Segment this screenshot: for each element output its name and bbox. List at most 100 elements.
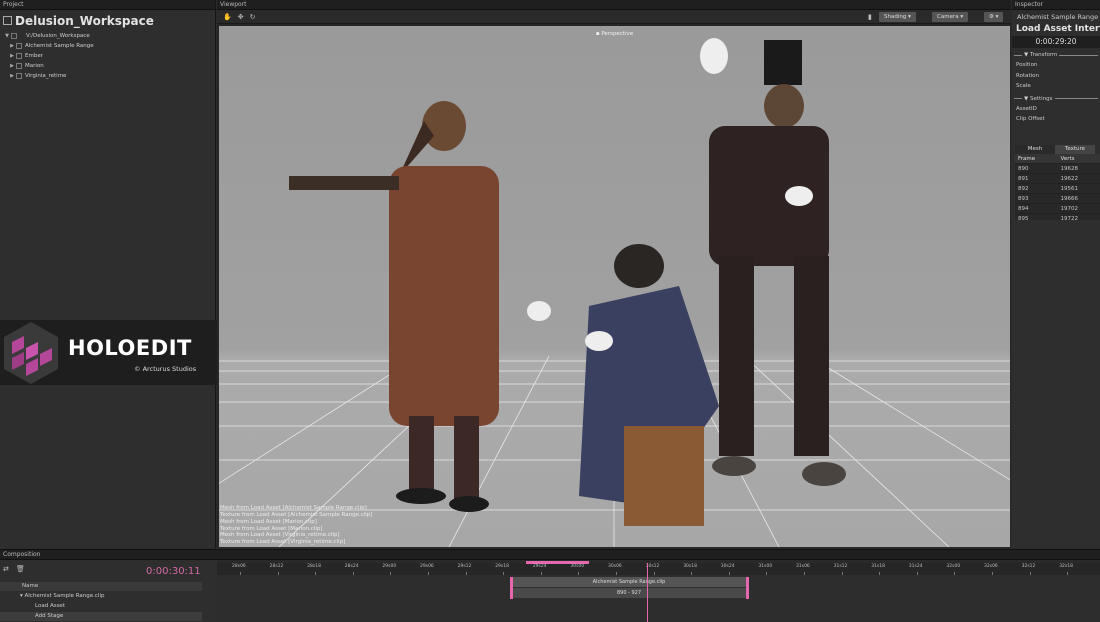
layer-alchemist[interactable]: ▾ Alchemist Sample Range.clip <box>0 592 202 601</box>
viewport-toolbar: ✋ ✥ ↻ ▮ Shading ▾ Camera ▾ ⚙ ▾ <box>217 10 1011 24</box>
rotate-icon[interactable]: ↻ <box>250 13 256 21</box>
log-line: Texture from Load Asset [Virginia_retime… <box>220 539 346 546</box>
checkbox[interactable] <box>16 53 22 59</box>
3d-scene[interactable]: ▪ Perspective Mesh from Load Asset [Alch… <box>219 26 1010 547</box>
project-tree: ▼ V:/Delusion_Workspace ▶ Alchemist Sample… <box>0 31 215 81</box>
tree-item-marion[interactable]: ▶ Marion <box>0 61 215 71</box>
ruler-tick-label: 28s18 <box>307 564 321 569</box>
expand-right-icon[interactable]: ▶ <box>8 61 16 71</box>
project-panel: Project Delusion_Workspace ▼ V:/Delusion_… <box>0 0 216 548</box>
tab-texture[interactable]: Texture <box>1055 144 1095 154</box>
holoedit-logo-icon <box>4 322 58 384</box>
shading-dropdown[interactable]: Shading ▾ <box>879 12 916 22</box>
project-panel-header: Project <box>0 0 215 10</box>
frames-table[interactable]: Frame Verts 890 19628 891 19622 892 19561 89… <box>1015 153 1100 220</box>
transform-section[interactable]: ▼ Transform <box>1012 50 1100 60</box>
workspace-name: Delusion_Workspace <box>15 13 154 28</box>
ruler-tick-label: 30s06 <box>608 564 622 569</box>
table-row: 891 19622 <box>1015 174 1100 184</box>
playhead[interactable] <box>647 563 648 622</box>
log-line: Mesh from Load Asset [Virginia_retime.cl… <box>220 532 340 539</box>
inspector-time[interactable]: 0:00:29:20 <box>1012 36 1100 48</box>
ruler-tick-label: 29s24 <box>532 564 547 569</box>
checkbox[interactable] <box>11 33 17 39</box>
expand-down-icon[interactable]: ▼ <box>3 31 11 41</box>
character-top-hat-man <box>700 38 846 486</box>
load-log: Mesh from Load Asset [Alchemist Sample R… <box>220 505 372 546</box>
move-icon[interactable]: ✥ <box>238 13 244 21</box>
inspector-tabs: Mesh Texture <box>1012 144 1100 154</box>
inspector-panel: Inspector Alchemist Sample Range Load As… <box>1012 0 1100 548</box>
floor-grid <box>219 38 1010 547</box>
ruler-tick-label: 29s00 <box>382 564 397 569</box>
viewport-panel: Viewport ✋ ✥ ↻ ▮ Shading ▾ Camera ▾ ⚙ ▾ <box>217 0 1011 548</box>
expand-right-icon[interactable]: ▶ <box>8 41 16 51</box>
clip-end-handle[interactable] <box>746 577 749 599</box>
layer-load-asset[interactable]: Load Asset <box>0 602 202 611</box>
tab-mesh[interactable]: Mesh <box>1015 144 1055 154</box>
ruler-tick-label: 29s18 <box>495 564 509 569</box>
table-row: 890 19628 <box>1015 164 1100 174</box>
prop-clip-offset: Clip Offset <box>1016 116 1045 123</box>
viewport-panel-header: Viewport <box>217 0 1011 10</box>
ruler-tick-label: 32s18 <box>1059 564 1073 569</box>
logo-subtitle: © Arcturus Studios <box>134 365 197 373</box>
thermometer-icon[interactable]: ▮ <box>868 13 872 21</box>
table-row: 895 19722 <box>1015 214 1100 220</box>
composition-timecode[interactable]: 0:00:30:11 <box>146 566 201 577</box>
log-line: Mesh from Load Asset [Marion.clip] <box>220 518 317 525</box>
tree-item-root[interactable]: ▼ V:/Delusion_Workspace <box>0 31 215 41</box>
checkbox[interactable] <box>16 63 22 69</box>
settings-section[interactable]: ▼ Settings <box>1012 94 1100 104</box>
holoedit-logo: HOLOEDIT © Arcturus Studios <box>0 320 217 385</box>
tree-item-alchemist[interactable]: ▶ Alchemist Sample Range <box>0 41 215 51</box>
clip-block[interactable]: Alchemist Sample Range.clip <box>511 577 747 587</box>
workspace-title[interactable]: Delusion_Workspace <box>0 10 215 31</box>
camera-dropdown[interactable]: Camera ▾ <box>932 12 969 22</box>
perspective-label[interactable]: ▪ Perspective <box>219 31 1010 37</box>
ruler-tick-label: 30s24 <box>720 564 735 569</box>
clip-range-block[interactable]: 890 - 927 <box>511 588 747 598</box>
add-stage-button[interactable]: Add Stage <box>0 612 202 621</box>
timeline-ruler[interactable]: 28s06 28s12 28s18 28s24 29s00 29s06 29s12 29s18… <box>217 561 1100 575</box>
log-line: Mesh from Load Asset [Alchemist Sample R… <box>220 505 367 512</box>
camera-icon: ▪ <box>595 31 600 37</box>
ruler-tick-label: 28s12 <box>269 564 284 569</box>
ruler-tick-label: 30s00 <box>570 564 585 569</box>
ruler-tick-label: 31s00 <box>758 564 773 569</box>
ruler-tick-label: 32s12 <box>1021 564 1036 569</box>
inspector-asset-name: Alchemist Sample Range <box>1017 13 1099 21</box>
table-header: Frame Verts <box>1015 153 1100 164</box>
expand-right-icon[interactable]: ▶ <box>8 71 16 81</box>
prop-assetid: AssetID <box>1016 105 1037 112</box>
ruler-tick-label: 31s12 <box>833 564 848 569</box>
checkbox[interactable] <box>16 43 22 49</box>
trash-icon[interactable]: 🗑 <box>16 565 25 573</box>
settings-dropdown[interactable]: ⚙ ▾ <box>984 12 1004 22</box>
workspace-edit-icon[interactable] <box>3 16 12 25</box>
ruler-tick-label: 29s06 <box>420 564 434 569</box>
ruler-tick-label: 31s24 <box>908 564 923 569</box>
add-track-icon[interactable]: ⇄ <box>3 565 9 573</box>
collapse-icon: ▼ <box>1024 95 1029 102</box>
checkbox[interactable] <box>16 73 22 79</box>
inspector-title: Load Asset Interval <box>1016 24 1100 34</box>
expand-right-icon[interactable]: ▶ <box>8 51 16 61</box>
tree-item-virginia[interactable]: ▶ Virginia_retime <box>0 71 215 81</box>
logo-wordmark: HOLOEDIT <box>68 336 192 360</box>
ruler-tick-label: 30s18 <box>683 564 697 569</box>
ruler-tick-label: 32s00 <box>946 564 961 569</box>
character-seated-woman <box>527 244 719 526</box>
expand-down-icon: ▾ <box>20 593 23 599</box>
ruler-tick-label: 28s24 <box>344 564 359 569</box>
timeline-tracks[interactable]: Alchemist Sample Range.clip 890 - 927 <box>217 563 1100 622</box>
name-column-header: Name <box>0 582 202 591</box>
prop-rotation: Rotation <box>1016 72 1040 79</box>
tree-item-ember[interactable]: ▶ Ember <box>0 51 215 61</box>
hand-icon[interactable]: ✋ <box>223 13 232 21</box>
character-plague-doctor <box>289 101 499 512</box>
ruler-tick-label: 31s18 <box>871 564 885 569</box>
ruler-tick-label: 31s06 <box>796 564 810 569</box>
prop-scale: Scale <box>1016 83 1031 90</box>
clip-start-handle[interactable] <box>510 577 513 599</box>
